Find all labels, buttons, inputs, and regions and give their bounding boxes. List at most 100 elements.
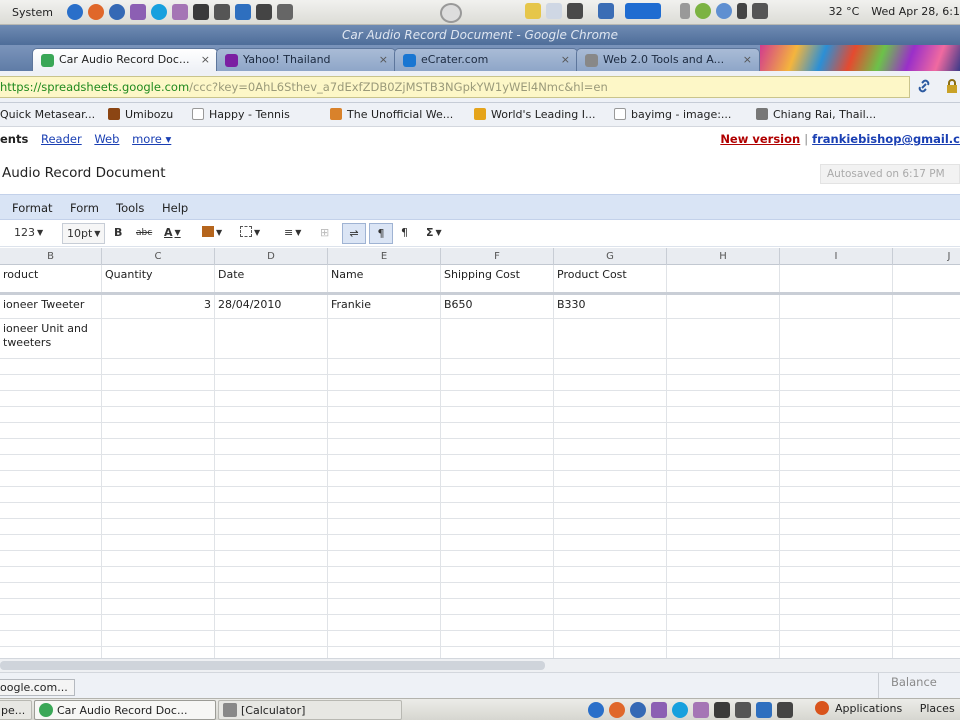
cell[interactable] <box>328 391 441 406</box>
spreadsheet-grid[interactable]: B C D E F G H I J roduct Quantity Date N… <box>0 248 960 658</box>
cell[interactable] <box>441 519 554 534</box>
cell[interactable] <box>893 375 960 390</box>
cell[interactable] <box>0 583 102 598</box>
cell[interactable] <box>441 647 554 658</box>
menu-form[interactable]: Form <box>70 195 99 221</box>
cell[interactable] <box>554 519 667 534</box>
cell[interactable] <box>215 487 328 502</box>
terminal-icon[interactable] <box>193 4 210 20</box>
bold-button[interactable]: B <box>114 223 122 244</box>
cell[interactable] <box>893 519 960 534</box>
cell[interactable] <box>780 583 893 598</box>
cell[interactable] <box>893 535 960 550</box>
cell[interactable] <box>328 583 441 598</box>
cell[interactable] <box>328 631 441 646</box>
cell[interactable] <box>780 319 893 358</box>
cell[interactable] <box>667 487 780 502</box>
cell[interactable] <box>215 423 328 438</box>
cell[interactable] <box>0 503 102 518</box>
pidgin-icon[interactable] <box>130 4 147 20</box>
cell[interactable] <box>0 439 102 454</box>
cell[interactable] <box>215 391 328 406</box>
cell[interactable] <box>893 551 960 566</box>
cell[interactable] <box>667 295 780 318</box>
column-header-g[interactable]: G <box>554 248 667 265</box>
fill-color-button[interactable]: ▼ <box>202 223 222 244</box>
cell[interactable] <box>893 631 960 646</box>
column-header-h[interactable]: H <box>667 248 780 265</box>
battery-icon[interactable] <box>680 3 690 19</box>
chrome-icon[interactable] <box>109 4 126 20</box>
cell[interactable] <box>667 391 780 406</box>
thunderbird-icon[interactable] <box>67 4 84 20</box>
cell[interactable] <box>0 551 102 566</box>
close-icon[interactable]: × <box>379 49 388 70</box>
gbar-more-link[interactable]: more ▾ <box>132 132 171 146</box>
cell[interactable] <box>215 535 328 550</box>
cell[interactable] <box>780 631 893 646</box>
cell[interactable] <box>893 487 960 502</box>
cell[interactable] <box>780 455 893 470</box>
cell[interactable] <box>667 647 780 658</box>
cell[interactable] <box>780 519 893 534</box>
rtl-button[interactable]: ¶ <box>401 223 408 244</box>
cell[interactable] <box>441 391 554 406</box>
number-format-dropdown[interactable]: 123 ▼ <box>14 223 43 244</box>
menu-tools[interactable]: Tools <box>116 195 144 221</box>
cell[interactable] <box>328 319 441 358</box>
cell[interactable] <box>554 319 667 358</box>
cell[interactable] <box>441 631 554 646</box>
cell[interactable] <box>102 519 215 534</box>
cell[interactable] <box>554 487 667 502</box>
cell[interactable]: ioneer Unit and tweeters <box>0 319 102 358</box>
cell[interactable] <box>0 567 102 582</box>
ltr-button[interactable]: ¶ <box>369 223 393 244</box>
cell[interactable] <box>102 631 215 646</box>
cell[interactable] <box>780 615 893 630</box>
cell[interactable] <box>328 439 441 454</box>
cell[interactable] <box>441 551 554 566</box>
cell[interactable] <box>0 519 102 534</box>
cell[interactable] <box>667 407 780 422</box>
cell[interactable] <box>893 471 960 486</box>
close-icon[interactable]: × <box>201 49 210 70</box>
cell[interactable] <box>328 487 441 502</box>
bookmark-umibozu[interactable]: Umibozu <box>108 103 173 127</box>
cell[interactable] <box>102 359 215 374</box>
cell[interactable] <box>441 423 554 438</box>
network-icon[interactable] <box>598 3 614 19</box>
cell[interactable] <box>0 471 102 486</box>
cell[interactable] <box>893 423 960 438</box>
cell[interactable] <box>328 615 441 630</box>
menu-help[interactable]: Help <box>162 195 188 221</box>
cell[interactable] <box>0 423 102 438</box>
cell[interactable] <box>893 615 960 630</box>
phone-icon[interactable] <box>737 3 747 19</box>
cell[interactable] <box>780 375 893 390</box>
strikethrough-button[interactable]: abc <box>136 223 152 244</box>
cell[interactable] <box>215 631 328 646</box>
cell[interactable] <box>667 599 780 614</box>
cell[interactable] <box>667 551 780 566</box>
cell[interactable] <box>893 407 960 422</box>
terminal-icon[interactable] <box>714 702 730 718</box>
cell[interactable] <box>667 439 780 454</box>
bookmark-happy-tennis[interactable]: Happy - Tennis <box>192 103 290 127</box>
cell[interactable]: Name <box>328 265 441 292</box>
cell[interactable] <box>215 471 328 486</box>
cell[interactable] <box>215 375 328 390</box>
bookmark-worlds-leading[interactable]: World's Leading I... <box>474 103 595 127</box>
cell[interactable] <box>780 647 893 658</box>
close-icon[interactable]: × <box>743 49 752 70</box>
cell[interactable] <box>667 455 780 470</box>
cell[interactable] <box>102 391 215 406</box>
cell[interactable] <box>667 503 780 518</box>
cell[interactable] <box>780 295 893 318</box>
cell[interactable]: Frankie <box>328 295 441 318</box>
tab-car-audio[interactable]: Car Audio Record Doc... × <box>32 48 218 71</box>
pidgin-icon[interactable] <box>651 702 667 718</box>
system-menu[interactable]: System <box>0 6 67 19</box>
text-editor-icon[interactable] <box>172 4 189 20</box>
cell[interactable] <box>215 647 328 658</box>
cell[interactable] <box>780 487 893 502</box>
